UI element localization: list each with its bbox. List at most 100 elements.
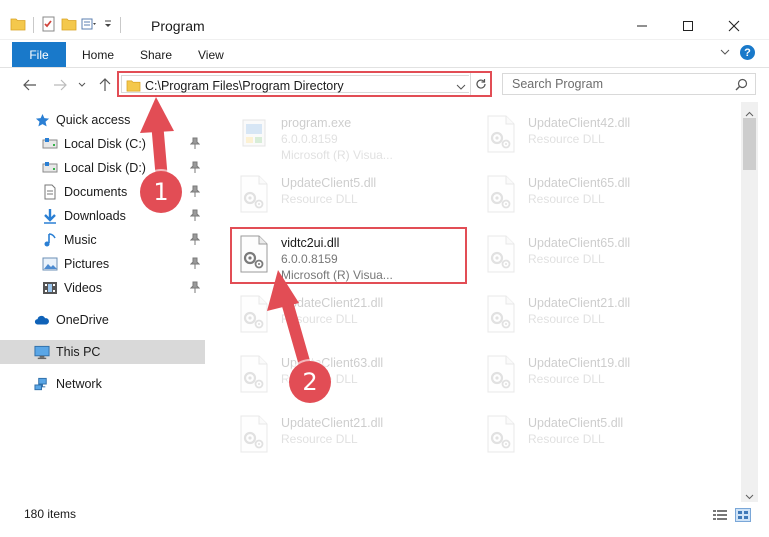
file-item[interactable]: UpdateClient21.dll Resource DLL: [233, 408, 463, 464]
sidebar-item-label: Quick access: [56, 113, 131, 127]
pin-icon[interactable]: [189, 209, 201, 224]
search-box[interactable]: Search Program: [502, 73, 756, 95]
navigation-pane: Quick access Local Disk (C:) Local Disk (D…: [0, 102, 205, 502]
maximize-button[interactable]: [666, 12, 710, 40]
sidebar-item-quick-access[interactable]: Quick access: [0, 108, 205, 132]
pin-icon[interactable]: [189, 281, 201, 296]
file-version: Resource DLL: [281, 192, 358, 206]
large-icons-view-icon[interactable]: [735, 508, 751, 522]
file-version: Resource DLL: [528, 192, 605, 206]
details-view-icon[interactable]: [712, 508, 728, 522]
file-item[interactable]: UpdateClient65.dll Resource DLL: [480, 168, 710, 224]
file-item[interactable]: UpdateClient5.dll Resource DLL: [233, 168, 463, 224]
refresh-button[interactable]: [470, 73, 490, 95]
address-dropdown-icon[interactable]: [456, 80, 466, 94]
star-icon: [34, 112, 50, 128]
file-item-target[interactable]: vidtc2ui.dll 6.0.0.8159 Microsoft (R) Visu…: [233, 228, 463, 284]
dll-file-icon: [237, 414, 271, 454]
drive-icon: [42, 136, 58, 152]
dll-file-icon: [484, 114, 518, 154]
file-item[interactable]: UpdateClient63.dllResource DLL: [233, 348, 463, 404]
properties-icon[interactable]: [41, 16, 57, 35]
customize-view-icon[interactable]: [81, 17, 99, 34]
minimize-button[interactable]: [620, 12, 664, 40]
tab-home[interactable]: Home: [82, 48, 114, 62]
file-version: Resource DLL: [528, 132, 605, 146]
file-name: UpdateClient19.dll: [528, 356, 631, 370]
sidebar-item-label: Downloads: [64, 209, 126, 223]
sidebar-item-network[interactable]: Network: [0, 372, 205, 396]
sidebar-item-pictures[interactable]: Pictures: [0, 252, 205, 276]
sidebar-item-local-disk-c[interactable]: Local Disk (C:): [0, 132, 205, 156]
file-item[interactable]: UpdateClient21.dll Resource DLL: [233, 288, 463, 344]
window-title: Program: [151, 18, 205, 34]
maximize-icon: [683, 21, 693, 31]
music-icon: [42, 232, 58, 248]
pictures-icon: [42, 256, 58, 272]
sidebar-item-label: Local Disk (D:): [64, 161, 146, 175]
dll-file-icon: [237, 294, 271, 334]
address-bar[interactable]: C:\Program Files\Program Directory: [117, 71, 492, 97]
documents-icon: [42, 184, 58, 200]
expand-ribbon-icon[interactable]: [720, 46, 730, 60]
qat-dropdown-icon[interactable]: [103, 18, 113, 32]
item-count: 180 items: [24, 507, 77, 521]
folder-icon: [126, 79, 141, 95]
help-button[interactable]: ?: [740, 45, 755, 60]
recent-locations-button[interactable]: [76, 76, 88, 94]
sidebar-item-this-pc[interactable]: This PC: [0, 340, 205, 364]
dll-file-icon: [484, 294, 518, 334]
title-bar: Program: [0, 0, 769, 40]
file-version: Resource DLL: [281, 312, 358, 326]
file-item[interactable]: UpdateClient19.dll Resource DLL: [480, 348, 710, 404]
file-item[interactable]: UpdateClient42.dll Resource DLL: [480, 108, 710, 164]
address-field[interactable]: C:\Program Files\Program Directory: [121, 75, 469, 93]
network-icon: [34, 376, 50, 392]
navigation-bar: C:\Program Files\Program Directory Searc…: [0, 68, 769, 102]
file-item[interactable]: UpdateClient65.dll Resource DLL: [480, 228, 710, 284]
tab-view[interactable]: View: [198, 48, 224, 62]
sidebar-item-onedrive[interactable]: OneDrive: [0, 308, 205, 332]
pin-icon[interactable]: [189, 161, 201, 176]
sidebar-item-music[interactable]: Music: [0, 228, 205, 252]
new-folder-icon[interactable]: [61, 17, 77, 34]
up-button[interactable]: [95, 76, 115, 94]
vertical-scrollbar[interactable]: [741, 102, 758, 502]
sidebar-item-videos[interactable]: Videos: [0, 276, 205, 300]
tab-file[interactable]: File: [12, 42, 66, 67]
ribbon: File Home Share View ?: [0, 40, 769, 68]
file-item[interactable]: program.exe 6.0.0.8159 Microsoft (R) Visua…: [233, 108, 463, 164]
back-button[interactable]: [20, 76, 40, 94]
sidebar-item-label: Pictures: [64, 257, 110, 271]
pin-icon[interactable]: [189, 233, 201, 248]
pin-icon[interactable]: [189, 257, 201, 272]
file-version: 6.0.0.8159: [281, 132, 338, 146]
pin-icon[interactable]: [189, 137, 201, 152]
scroll-thumb[interactable]: [743, 118, 756, 170]
file-item[interactable]: UpdateClient21.dll Resource DLL: [480, 288, 710, 344]
tab-share[interactable]: Share: [140, 48, 172, 62]
file-name: program.exe: [281, 116, 352, 130]
file-version: Resource DLL: [528, 252, 605, 266]
exe-file-icon: [237, 114, 271, 154]
close-button[interactable]: [712, 12, 756, 40]
file-item[interactable]: UpdateClient5.dll Resource DLL: [480, 408, 710, 464]
file-name: vidtc2ui.dll: [281, 236, 340, 250]
drive-icon: [42, 160, 58, 176]
folder-icon: [10, 17, 26, 34]
file-name: UpdateClient5.dll: [281, 176, 377, 190]
search-placeholder: Search Program: [512, 77, 604, 91]
file-name: UpdateClient5.dll: [528, 416, 624, 430]
dll-file-icon: [237, 234, 271, 274]
search-icon[interactable]: [735, 78, 748, 94]
address-text: C:\Program Files\Program Directory: [145, 79, 344, 93]
step-2-callout: 2: [289, 361, 331, 403]
file-list: program.exe 6.0.0.8159 Microsoft (R) Visua…: [205, 102, 741, 502]
file-description: Microsoft (R) Visua...: [281, 148, 393, 162]
refresh-icon: [475, 79, 486, 89]
dll-file-icon: [237, 174, 271, 214]
arrow-right-icon: [54, 79, 67, 91]
forward-button[interactable]: [50, 76, 70, 94]
pin-icon[interactable]: [189, 185, 201, 200]
scroll-down-icon[interactable]: [745, 489, 754, 503]
